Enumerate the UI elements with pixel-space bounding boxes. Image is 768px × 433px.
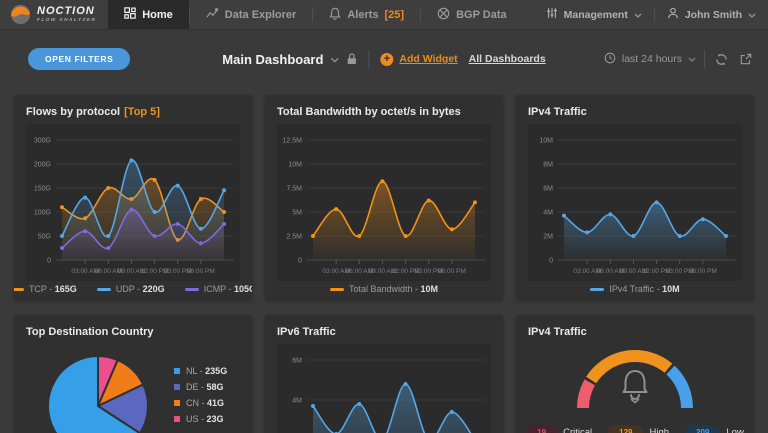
alerts-count-badge: [25] bbox=[385, 9, 405, 21]
toolbar-divider bbox=[704, 50, 705, 68]
gauge-badge-high: 129High bbox=[608, 425, 669, 433]
user-icon bbox=[667, 7, 679, 22]
svg-text:50G: 50G bbox=[38, 234, 51, 241]
toolbar-divider bbox=[368, 50, 369, 68]
widget-title: Total Bandwidth by octet/s in bytes bbox=[277, 103, 491, 124]
chart-legend: TCP - 165GUDP - 220GICMP - 105G bbox=[26, 284, 240, 294]
legend-item[interactable]: ICMP - 105G bbox=[185, 284, 252, 294]
widget-ipv6-traffic: IPv6 Traffic 6M4M2M003:00 AM06:00 AM09:0… bbox=[265, 315, 503, 433]
chevron-down-icon bbox=[330, 50, 339, 68]
legend-item[interactable]: CN - 41G bbox=[174, 398, 227, 408]
nav-item-bgp-data[interactable]: BGP Data bbox=[421, 0, 523, 29]
chevron-down-icon bbox=[688, 53, 696, 65]
svg-text:0: 0 bbox=[298, 258, 302, 265]
bell-icon bbox=[329, 7, 341, 23]
svg-text:10M: 10M bbox=[288, 162, 302, 169]
legend-item[interactable]: UDP - 220G bbox=[97, 284, 165, 294]
open-external-icon[interactable] bbox=[738, 51, 754, 67]
bell-icon bbox=[624, 371, 647, 403]
widget-title: IPv6 Traffic bbox=[277, 323, 491, 344]
open-filters-button[interactable]: OPEN FILTERS bbox=[28, 48, 130, 70]
svg-text:06:00 PM: 06:00 PM bbox=[438, 268, 466, 275]
dashboard-icon bbox=[124, 7, 136, 22]
total-bandwidth-chart: 12.5M10M7.5M5M2.5M003:00 AM06:00 AM09:00… bbox=[277, 124, 491, 281]
svg-text:2.5M: 2.5M bbox=[286, 234, 302, 241]
gauge-badge-critical: 19Critical bbox=[526, 425, 592, 433]
lock-icon[interactable] bbox=[346, 53, 357, 65]
svg-text:100G: 100G bbox=[34, 210, 51, 217]
widget-grid: Flows by protocol[Top 5] 300G 200G 150G 100… bbox=[0, 88, 768, 433]
widget-ipv4-traffic-gauge: IPv4 Traffic 19Critical 129High 209Low bbox=[516, 315, 754, 433]
svg-text:0: 0 bbox=[47, 258, 51, 265]
chart-icon bbox=[206, 7, 219, 22]
clock-icon bbox=[604, 52, 616, 67]
legend-item[interactable]: TCP - 165G bbox=[14, 284, 77, 294]
ipv6-traffic-chart: 6M4M2M003:00 AM06:00 AM09:00 AM12:00 PM0… bbox=[277, 344, 491, 433]
brand-logo[interactable]: NOCTION FLOW ANALYZER bbox=[0, 0, 108, 29]
widget-total-bandwidth: Total Bandwidth by octet/s in bytes 12.5… bbox=[265, 95, 503, 300]
user-name: John Smith bbox=[685, 9, 742, 21]
destination-country-pie-chart: NL - 235G DE - 58G CN - 41G US - 23G bbox=[26, 344, 240, 433]
chevron-down-icon bbox=[634, 9, 642, 21]
widget-ipv4-traffic-line: IPv4 Traffic 10M8M6M4M2M003:00 AM06:00 A… bbox=[516, 95, 754, 300]
chart-legend: IPv4 Traffic - 10M bbox=[528, 284, 742, 294]
legend-item[interactable]: NL - 235G bbox=[174, 366, 227, 376]
nav-item-data-explorer[interactable]: Data Explorer bbox=[190, 0, 313, 29]
all-dashboards-link[interactable]: All Dashboards bbox=[469, 53, 546, 65]
top5-badge: [Top 5] bbox=[124, 106, 160, 118]
bgp-icon bbox=[437, 7, 450, 23]
svg-text:06:00 PM: 06:00 PM bbox=[689, 268, 717, 275]
widget-flows-by-protocol: Flows by protocol[Top 5] 300G 200G 150G 100… bbox=[14, 95, 252, 300]
user-menu[interactable]: John Smith bbox=[655, 0, 768, 29]
svg-text:300G: 300G bbox=[34, 138, 51, 145]
nav-item-home[interactable]: Home bbox=[108, 0, 189, 29]
legend-item[interactable]: DE - 58G bbox=[174, 382, 227, 392]
pie-legend: NL - 235G DE - 58G CN - 41G US - 23G bbox=[174, 366, 227, 433]
legend-item[interactable]: US - 23G bbox=[174, 414, 227, 424]
widget-title: IPv4 Traffic bbox=[528, 323, 742, 344]
svg-text:150G: 150G bbox=[34, 186, 51, 193]
legend-item[interactable]: IPv4 Traffic - 10M bbox=[590, 284, 679, 294]
dashboard-title: Main Dashboard bbox=[222, 52, 323, 67]
noction-logo-icon bbox=[10, 4, 31, 25]
svg-text:4M: 4M bbox=[543, 210, 553, 217]
brand-name: NOCTION bbox=[37, 6, 96, 17]
svg-text:2M: 2M bbox=[543, 234, 553, 241]
refresh-icon[interactable] bbox=[713, 51, 730, 68]
time-range-selector[interactable]: last 24 hours bbox=[604, 52, 696, 67]
widget-top-destination-country: Top Destination Country NL - 235G DE - 58… bbox=[14, 315, 252, 433]
svg-text:10M: 10M bbox=[539, 138, 553, 145]
svg-text:7.5M: 7.5M bbox=[286, 186, 302, 193]
plus-circle-icon: + bbox=[380, 53, 393, 66]
svg-text:8M: 8M bbox=[543, 162, 553, 169]
dashboard-toolbar: OPEN FILTERS Main Dashboard + Add Widget… bbox=[0, 30, 768, 88]
svg-text:06:00 PM: 06:00 PM bbox=[187, 268, 215, 275]
brand-subtitle: FLOW ANALYZER bbox=[37, 19, 96, 24]
svg-text:5M: 5M bbox=[292, 210, 302, 217]
svg-text:6M: 6M bbox=[543, 186, 553, 193]
gauge-threshold-badges: 19Critical 129High 209Low bbox=[528, 425, 742, 433]
gauge-badge-low: 209Low bbox=[685, 425, 744, 433]
ipv4-traffic-chart: 10M8M6M4M2M003:00 AM06:00 AM09:00 AM12:0… bbox=[528, 124, 742, 281]
top-navbar: NOCTION FLOW ANALYZER Home Data Explorer bbox=[0, 0, 768, 30]
management-menu[interactable]: Management bbox=[534, 0, 654, 29]
chevron-down-icon bbox=[748, 9, 756, 21]
widget-title: Flows by protocol[Top 5] bbox=[26, 103, 240, 124]
widget-title: IPv4 Traffic bbox=[528, 103, 742, 124]
svg-text:4M: 4M bbox=[292, 398, 302, 405]
svg-text:6M: 6M bbox=[292, 358, 302, 365]
flows-by-protocol-chart: 300G200G150G100G50G003:00 AM06:00 AM09:0… bbox=[26, 124, 240, 281]
sliders-icon bbox=[546, 7, 558, 22]
svg-text:0: 0 bbox=[549, 258, 553, 265]
legend-item[interactable]: Total Bandwidth - 10M bbox=[330, 284, 438, 294]
nav-item-alerts[interactable]: Alerts [25] bbox=[313, 0, 420, 29]
ipv4-traffic-gauge bbox=[528, 344, 742, 419]
chart-legend: Total Bandwidth - 10M bbox=[277, 284, 491, 294]
svg-text:12.5M: 12.5M bbox=[283, 138, 303, 145]
svg-text:200G: 200G bbox=[34, 162, 51, 169]
add-widget-button[interactable]: + Add Widget bbox=[380, 53, 457, 66]
dashboard-selector[interactable]: Main Dashboard bbox=[222, 50, 357, 68]
widget-title: Top Destination Country bbox=[26, 323, 240, 344]
